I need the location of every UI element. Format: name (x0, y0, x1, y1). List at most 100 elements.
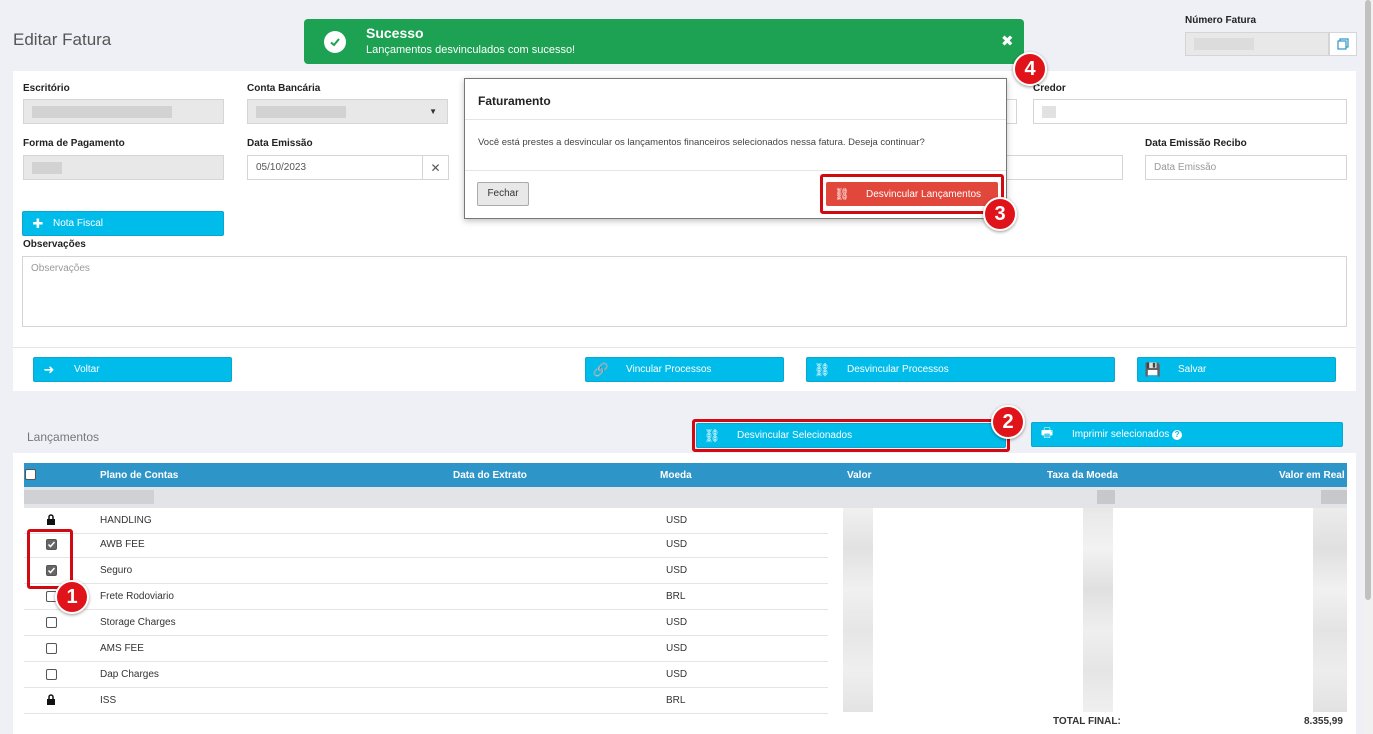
group-valor (1321, 490, 1347, 504)
times-icon[interactable]: ✖ (1001, 32, 1014, 50)
scrollbar-thumb[interactable] (1365, 0, 1371, 600)
lock-icon (46, 514, 56, 528)
data-emissao-recibo-label: Data Emissão Recibo (1145, 138, 1247, 149)
taxa-column-values (1083, 508, 1113, 712)
row-plano: AMS FEE (100, 643, 144, 654)
table-row: Dap Charges USD (24, 662, 828, 688)
toast-message: Lançamentos desvinculados com sucesso! (366, 44, 576, 56)
desvincular-label: Desvincular Processos (847, 364, 949, 375)
numeric-columns (828, 508, 1347, 712)
annotation-box-2 (692, 419, 1010, 452)
salvar-label: Salvar (1178, 364, 1207, 375)
row-checkbox[interactable] (46, 617, 57, 628)
hidden-field-edge-2 (1000, 155, 1123, 180)
invoice-number-field[interactable] (1185, 32, 1329, 56)
data-emissao-input[interactable]: 05/10/2023 (247, 155, 423, 180)
data-emissao-recibo-input[interactable]: Data Emissão (1145, 155, 1347, 180)
row-moeda: USD (666, 539, 688, 550)
table-row: Frete Rodoviario BRL (24, 584, 828, 610)
escritorio-field[interactable] (23, 99, 224, 124)
select-all-checkbox[interactable] (25, 469, 36, 480)
vincular-processos-button[interactable]: 🔗 Vincular Processos (585, 357, 784, 382)
row-moeda: BRL (666, 695, 686, 706)
valor-real-column-values (1313, 508, 1347, 712)
scrollbar[interactable] (1363, 0, 1373, 734)
row-plano: ISS (100, 695, 117, 706)
table-row: Seguro USD (24, 558, 828, 584)
observacoes-textarea[interactable]: Observações (22, 256, 1347, 327)
clear-date-icon[interactable]: ✕ (422, 155, 449, 180)
group-label (24, 490, 154, 504)
modal-divider (465, 119, 1006, 120)
row-moeda: USD (666, 617, 688, 628)
save-icon: 💾 (1144, 361, 1162, 377)
modal-divider-2 (465, 170, 1006, 171)
imprimir-selecionados-button[interactable]: 🖶 Imprimir selecionados ? (1031, 422, 1343, 447)
table-row: AWB FEE USD (24, 532, 828, 558)
col-plano: Plano de Contas (100, 470, 179, 481)
credor-field[interactable] (1033, 99, 1347, 124)
annotation-badge-4: 4 (1013, 52, 1047, 86)
valor-column-values (843, 508, 873, 712)
unlink-icon: ⛓ (813, 361, 831, 377)
forma-pagamento-field[interactable] (23, 155, 224, 180)
faturamento-modal: Faturamento Você está prestes a desvincu… (464, 78, 1007, 219)
col-data-extrato: Data do Extrato (453, 470, 527, 481)
credor-label: Credor (1033, 83, 1066, 94)
conta-bancaria-select[interactable]: ▼ (247, 99, 448, 124)
observacoes-label: Observações (23, 239, 86, 250)
row-checkbox[interactable] (46, 669, 57, 680)
row-moeda: USD (666, 515, 688, 526)
divider (13, 347, 1356, 348)
col-taxa-moeda: Taxa da Moeda (1047, 470, 1118, 481)
copy-icon[interactable] (1329, 32, 1357, 56)
annotation-box-3 (820, 174, 1004, 214)
row-moeda: USD (666, 565, 688, 576)
vincular-label: Vincular Processos (626, 364, 712, 375)
check-circle-icon (324, 31, 346, 53)
lock-icon (46, 694, 56, 708)
imprimir-label: Imprimir selecionados ? (1062, 429, 1342, 440)
fechar-button[interactable]: Fechar (477, 182, 529, 206)
desvincular-processos-button[interactable]: ⛓ Desvincular Processos (806, 357, 1115, 382)
toast-title: Sucesso (366, 25, 424, 41)
row-plano: Frete Rodoviario (100, 591, 174, 602)
plus-icon: ✚ (32, 215, 44, 231)
nota-fiscal-button[interactable]: ✚ Nota Fiscal (22, 211, 224, 236)
modal-title: Faturamento (478, 94, 551, 108)
table-row: HANDLING USD (24, 508, 828, 534)
row-moeda: USD (666, 643, 688, 654)
modal-body: Você está prestes a desvincular os lança… (478, 137, 925, 148)
col-valor: Valor (847, 470, 872, 481)
group-taxa (1097, 490, 1115, 504)
row-moeda: BRL (666, 591, 686, 602)
page-title: Editar Fatura (13, 30, 112, 49)
invoice-number-label: Número Fatura (1185, 15, 1257, 26)
table-row: AMS FEE USD (24, 636, 828, 662)
row-plano: Dap Charges (100, 669, 159, 680)
imprimir-text: Imprimir selecionados (1072, 429, 1170, 440)
row-checkbox[interactable] (46, 643, 57, 654)
voltar-button[interactable]: ➜ Voltar (33, 357, 232, 382)
link-icon: 🔗 (592, 361, 610, 377)
data-emissao-label: Data Emissão (247, 138, 313, 149)
conta-bancaria-label: Conta Bancária (247, 83, 321, 94)
success-toast: Sucesso Lançamentos desvinculados com su… (304, 19, 1024, 64)
voltar-label: Voltar (74, 364, 100, 375)
col-moeda: Moeda (660, 470, 692, 481)
row-plano: AWB FEE (100, 539, 145, 550)
row-plano: Seguro (100, 565, 133, 576)
table-row: Storage Charges USD (24, 610, 828, 636)
nota-fiscal-label: Nota Fiscal (53, 218, 104, 229)
col-valor-real: Valor em Real (1279, 470, 1345, 481)
salvar-button[interactable]: 💾 Salvar (1137, 357, 1336, 382)
group-row (24, 487, 1347, 508)
print-icon: 🖶 (1040, 424, 1054, 440)
annotation-badge-1: 1 (55, 580, 89, 614)
row-plano: Storage Charges (100, 617, 176, 628)
escritorio-label: Escritório (23, 83, 70, 94)
help-icon: ? (1172, 430, 1183, 440)
caret-down-icon: ▼ (429, 107, 437, 116)
arrow-left-circle-icon: ➜ (43, 361, 55, 377)
lancamentos-title: Lançamentos (27, 430, 100, 444)
